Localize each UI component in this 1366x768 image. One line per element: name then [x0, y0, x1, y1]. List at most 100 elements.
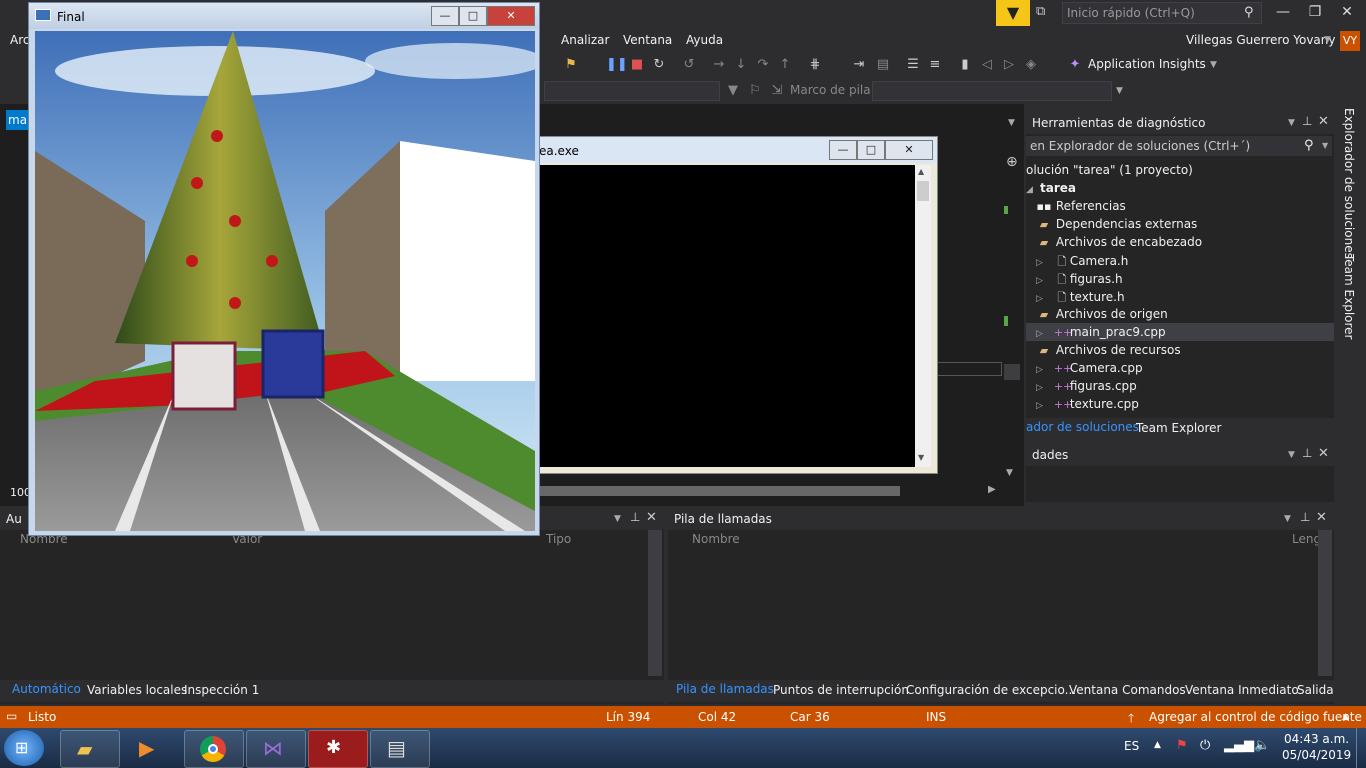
scroll-down-icon[interactable]: ▼ [1006, 468, 1013, 478]
bookmark-clear-icon[interactable]: ◈ [1022, 56, 1040, 74]
autos-title[interactable]: Au [6, 512, 22, 526]
editor-tab[interactable]: ma [6, 110, 30, 130]
tab-solution-explorer[interactable]: ador de soluciones [1026, 420, 1139, 434]
vertical-scrollbar[interactable] [1318, 530, 1332, 676]
search-icon[interactable]: ⚲ [1304, 138, 1314, 153]
collapsed-arrow-icon[interactable]: ▷ [1036, 276, 1050, 286]
tree-item-figuras-cpp[interactable]: ▷ ++figuras.cpp [1036, 379, 1137, 393]
tree-item-origen[interactable]: ▰ Archivos de origen [1036, 307, 1168, 321]
properties-title[interactable]: dades [1032, 448, 1068, 462]
tree-item-camera-cpp[interactable]: ▷ ++Camera.cpp [1036, 361, 1143, 375]
tab-inspeccion[interactable]: Inspección 1 [184, 683, 259, 697]
collapsed-arrow-icon[interactable]: ▷ [1036, 329, 1050, 339]
stack-icon[interactable]: ▤ [874, 56, 892, 74]
final-close-button[interactable]: ✕ [487, 6, 535, 26]
tree-item-texture-cpp[interactable]: ▷ ++texture.cpp [1036, 397, 1139, 411]
align-icon[interactable]: ☰ [904, 56, 922, 74]
tree-item-tarea[interactable]: ◢ tarea [1026, 181, 1076, 195]
opengl-render-viewport[interactable] [35, 31, 535, 531]
show-desktop-button[interactable] [1356, 728, 1366, 768]
show-next-icon[interactable]: ↺ [680, 56, 698, 74]
pane-close-icon[interactable]: ✕ [1316, 510, 1327, 525]
step-over-icon[interactable]: ↷ [754, 56, 772, 74]
flag-threads-icon[interactable]: ⚐ [746, 82, 764, 100]
call-stack-title[interactable]: Pila de llamadas [674, 512, 772, 526]
solution-node[interactable]: olución "tarea" (1 proyecto) [1026, 163, 1193, 177]
taskbar-explorer[interactable]: ▰ [60, 730, 120, 768]
close-button[interactable]: ✕ [1334, 4, 1360, 24]
vertical-scrollbar[interactable] [648, 530, 662, 676]
console-output[interactable] [539, 165, 915, 467]
column-nombre[interactable]: Nombre [692, 532, 740, 546]
notification-button[interactable]: ▼ [996, 0, 1030, 26]
pane-menu-chevron-icon[interactable]: ▼ [1288, 450, 1295, 460]
expanded-arrow-icon[interactable]: ◢ [1026, 185, 1040, 195]
search-chevron-icon[interactable]: ▼ [1322, 141, 1328, 150]
pane-close-icon[interactable]: ✕ [1318, 114, 1329, 129]
source-control-chevron-icon[interactable]: ▲ [1342, 712, 1349, 722]
minimize-button[interactable]: — [1270, 4, 1296, 24]
console-maximize-button[interactable]: □ [857, 140, 885, 160]
scroll-down-icon[interactable]: ▼ [918, 453, 924, 462]
process-icon[interactable]: ⚑ [562, 56, 580, 74]
menu-ayuda[interactable]: Ayuda [686, 33, 723, 47]
tab-pila-llamadas[interactable]: Pila de llamadas [676, 682, 774, 696]
hex-icon[interactable]: ⋕ [806, 56, 824, 74]
tab-puntos-interrupcion[interactable]: Puntos de interrupción [773, 683, 909, 697]
action-center-icon[interactable]: ⚑ [1176, 738, 1188, 753]
thread-select[interactable] [544, 81, 720, 101]
tab-configuracion-excepciones[interactable]: Configuración de excepcio... [906, 683, 1076, 697]
stack-frame-select[interactable] [872, 81, 1112, 101]
tab-ventana-comandos[interactable]: Ventana Comandos [1069, 683, 1186, 697]
feedback-icon[interactable]: ⧉ [1036, 4, 1054, 22]
tree-item-main-prac9[interactable]: ▷ ++main_prac9.cpp [1036, 325, 1166, 339]
quick-launch-input[interactable]: Inicio rápido (Ctrl+Q) [1062, 2, 1262, 24]
pane-close-icon[interactable]: ✕ [646, 510, 657, 525]
split-icon[interactable]: ⊕ [1006, 154, 1018, 170]
side-tab-solution-explorer[interactable]: Explorador de soluciones [1342, 108, 1356, 259]
comment-icon[interactable]: ≡ [926, 56, 944, 74]
pin-icon[interactable]: ⊥ [630, 510, 640, 524]
step-over-arrow-icon[interactable]: → [710, 56, 728, 74]
side-tab-team-explorer[interactable]: Team Explorer [1342, 254, 1356, 340]
tree-item-referencias[interactable]: ▪▪ Referencias [1036, 199, 1126, 213]
pane-close-icon[interactable]: ✕ [1318, 446, 1329, 461]
console-minimize-button[interactable]: — [829, 140, 857, 160]
source-control-button[interactable]: Agregar al control de código fuente [1149, 710, 1362, 724]
menu-archivo[interactable]: Arc [10, 33, 29, 47]
taskbar-visual-studio[interactable]: ⋈ [246, 730, 306, 768]
console-titlebar[interactable]: ea.exe — □ ✕ [537, 137, 937, 163]
tree-item-figuras-h[interactable]: ▷ 🗋 figuras.h [1036, 271, 1123, 290]
menu-ventana[interactable]: Ventana [623, 33, 672, 47]
clock-time[interactable]: 04:43 a.m. [1284, 732, 1349, 746]
tree-item-texture-h[interactable]: ▷ 🗋 texture.h [1036, 289, 1125, 308]
horizontal-scrollbar[interactable] [540, 486, 900, 496]
scroll-right-icon[interactable]: ▶ [988, 484, 996, 495]
taskbar-app-red[interactable]: ✱ [308, 730, 368, 768]
bookmark-next-icon[interactable]: ▷ [1000, 56, 1018, 74]
maximize-button[interactable]: ❐ [1302, 4, 1328, 24]
final-titlebar[interactable]: Final — □ ✕ [29, 3, 539, 29]
tab-ventana-inmediato[interactable]: Ventana Inmediato [1185, 683, 1299, 697]
collapsed-arrow-icon[interactable]: ▷ [1036, 258, 1050, 268]
pin-icon[interactable]: ⊥ [1300, 510, 1310, 524]
tab-variables-locales[interactable]: Variables locales [87, 683, 187, 697]
collapsed-arrow-icon[interactable]: ▷ [1036, 294, 1050, 304]
tab-automatico[interactable]: Automático [12, 682, 81, 696]
scroll-up-icon[interactable]: ▲ [918, 167, 924, 176]
bookmark-prev-icon[interactable]: ◁ [978, 56, 996, 74]
pause-icon[interactable]: ❚❚ [606, 56, 628, 74]
pane-menu-chevron-icon[interactable]: ▼ [614, 514, 621, 524]
column-lenguaje[interactable]: Leng [1292, 532, 1321, 546]
tree-item-dependencias[interactable]: ▰ Dependencias externas [1036, 217, 1198, 231]
column-tipo[interactable]: Tipo [546, 532, 571, 546]
pane-menu-chevron-icon[interactable]: ▼ [1284, 514, 1291, 524]
search-icon[interactable]: ⚲ [1244, 5, 1260, 21]
tab-salida[interactable]: Salida [1297, 683, 1334, 697]
volume-icon[interactable]: 🔈 [1254, 738, 1270, 753]
taskbar-chrome[interactable] [184, 730, 244, 768]
collapsed-arrow-icon[interactable]: ▷ [1036, 401, 1050, 411]
taskbar-console[interactable]: ▤ [370, 730, 430, 768]
insert-mode[interactable]: INS [926, 710, 946, 724]
scroll-thumb[interactable] [917, 181, 929, 201]
